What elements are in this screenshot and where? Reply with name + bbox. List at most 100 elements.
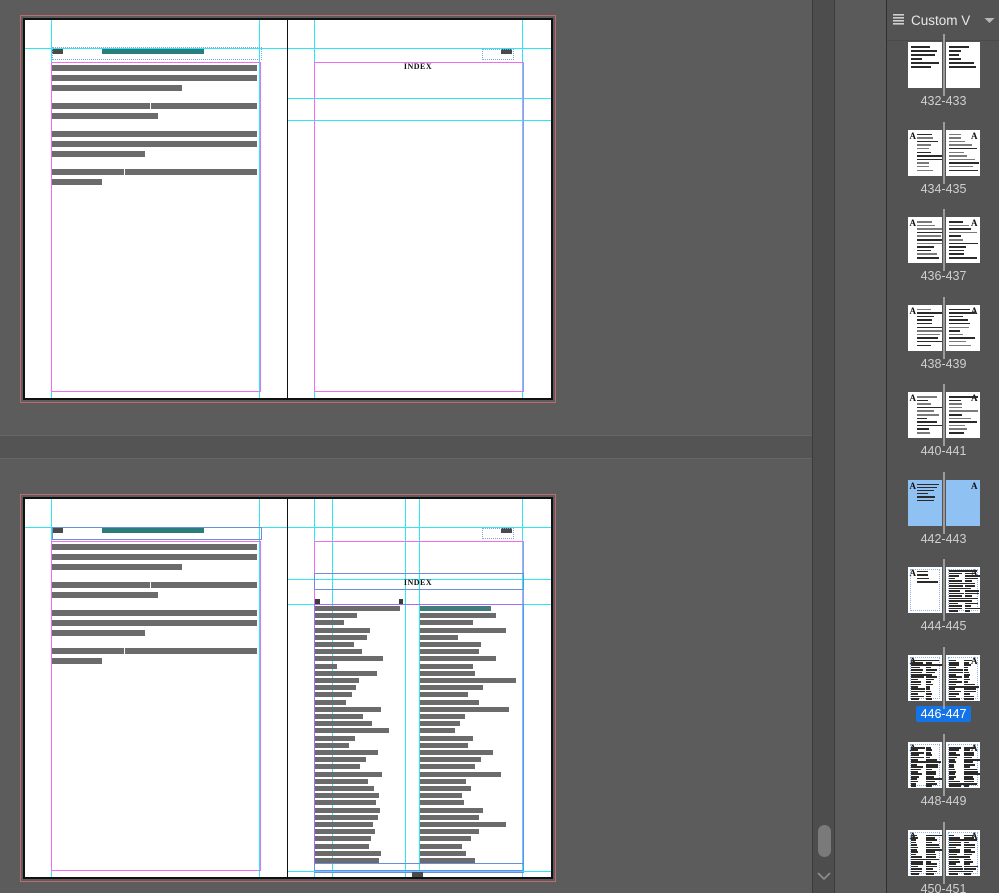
spread-thumbnail[interactable]: AA (907, 384, 980, 446)
body-text-frame[interactable] (51, 541, 259, 869)
thumbnail-text-line (948, 403, 962, 405)
thumbnail-text-line (948, 221, 963, 223)
thumbnail-text-line (948, 396, 978, 398)
spread-thumbnail[interactable]: AA (907, 296, 980, 359)
page-thumbnail[interactable]: A (945, 567, 980, 613)
chevron-down-icon[interactable] (984, 11, 996, 29)
thumbnail-text-line (948, 249, 964, 252)
page-thumbnail[interactable]: A (907, 392, 942, 438)
thumbnail-text-line (948, 66, 976, 68)
page-thumbnail[interactable]: A (945, 654, 980, 701)
guide-horizontal (288, 871, 551, 872)
thumbnail-text-line (916, 315, 934, 318)
page-442[interactable] (25, 20, 287, 398)
page-thumbnail[interactable]: A (907, 217, 942, 263)
thumbnail-text-line (910, 58, 922, 60)
spread-446-447[interactable]: INDEX (20, 494, 556, 882)
thumbnail-text-line (916, 403, 931, 405)
spread-thumbnail[interactable]: AA (907, 121, 980, 184)
thumbnail-text-line (948, 399, 961, 402)
thumbnail-text-line (948, 319, 968, 321)
page-thumbnail[interactable]: A (907, 304, 942, 351)
spread-442-443[interactable]: INDEX (20, 15, 556, 403)
thumbnail-text-line (916, 169, 933, 172)
thumbnail-text-line (948, 253, 964, 255)
header-text-frame[interactable] (52, 527, 262, 540)
thumbnail-text-line (916, 312, 942, 314)
page-thumbnail[interactable]: A (945, 217, 980, 263)
spread-thumbnail[interactable]: AA (907, 209, 980, 271)
thumbnail-text-line (916, 396, 937, 398)
greek-line (52, 658, 102, 664)
spread-thumbnail[interactable]: AA (907, 646, 980, 709)
thumbnail-text-line (916, 221, 932, 223)
pages-panel-spread-item[interactable]: AA446-447 (887, 646, 999, 722)
pages-panel-spread-item[interactable]: AA444-445 (887, 559, 999, 634)
page-thumbnail[interactable] (945, 42, 980, 88)
page-thumbnail[interactable]: A (907, 654, 942, 701)
page-thumbnail[interactable]: A (945, 742, 980, 788)
pages-panel-spread-item[interactable]: A A 436-437 (887, 209, 999, 284)
pages-panel-spread-item[interactable]: AA450-451 (887, 821, 999, 893)
page-446[interactable] (25, 499, 287, 877)
vertical-scroll-thumb[interactable] (818, 825, 831, 857)
header-text-frame[interactable] (482, 528, 514, 539)
spread-thumbnail[interactable]: AA (907, 821, 980, 884)
thumbnail-text-line (916, 257, 939, 259)
pages-panel-spread-item[interactable]: A A 438-439 (887, 296, 999, 372)
greek-line (52, 75, 257, 81)
thumbnail-text-line (948, 414, 962, 416)
page-thumbnail[interactable]: A (945, 129, 980, 176)
page-thumbnail[interactable]: A (945, 304, 980, 351)
folio-number-bottom (412, 872, 423, 877)
header-text-frame[interactable] (52, 47, 262, 60)
thumbnail-text-line (948, 147, 977, 150)
pages-panel-spread-item[interactable]: A A 442-443 (887, 471, 999, 547)
spread-thumbnail[interactable]: AA (907, 471, 980, 534)
page-thumbnail[interactable]: A (945, 392, 980, 438)
page-thumbnail[interactable]: A (907, 567, 942, 613)
drop-cap-letter: A (971, 305, 978, 316)
spread-thumbnail[interactable]: AA (907, 559, 980, 621)
header-text-frame[interactable] (482, 49, 514, 60)
body-text-frame[interactable] (51, 62, 259, 390)
canvas-vertical-scrollbar[interactable] (812, 0, 835, 893)
spread-thumbnail[interactable] (907, 34, 980, 96)
page-thumbnail[interactable] (907, 42, 942, 88)
pages-panel-spread-item[interactable]: 432-433 (887, 34, 999, 109)
drop-cap-letter: A (909, 130, 917, 141)
pages-panel-spread-item[interactable]: A A 434-435 (887, 121, 999, 197)
page-thumbnail[interactable]: A (945, 829, 980, 876)
page-thumbnail[interactable]: A (907, 829, 942, 876)
thumbnail-text-line (925, 697, 932, 700)
pages-panel-spread-item[interactable]: AA448-449 (887, 734, 999, 809)
pages-panel[interactable]: Custom V 432-433 A A 434-435 A A 436-437 A A 438-… (886, 0, 999, 893)
greek-line (52, 179, 102, 185)
document-canvas[interactable]: INDEX INDEX (0, 0, 812, 893)
hamburger-menu-icon[interactable] (893, 13, 905, 27)
page-thumbnail[interactable]: A (907, 479, 942, 526)
page-443[interactable]: INDEX (288, 20, 551, 398)
thumbnail-text-line (948, 421, 977, 423)
thumbnail-text-line (948, 54, 959, 56)
thumbnail-text-line (916, 424, 942, 427)
greek-line (52, 65, 257, 71)
page-thumbnail[interactable]: A (907, 129, 942, 176)
guide-horizontal (288, 120, 551, 121)
index-heading-frame[interactable] (314, 573, 524, 590)
thumbnail-text-line (948, 326, 969, 329)
page-thumbnail[interactable]: A (907, 742, 942, 788)
spread-thumbnail[interactable]: AA (907, 734, 980, 796)
thumbnail-text-line (910, 46, 930, 48)
thumbnail-text-line (916, 414, 939, 416)
pages-panel-spread-item[interactable]: A A 440-441 (887, 384, 999, 459)
chevron-down-icon[interactable] (813, 866, 835, 886)
thumbnail-text-line (916, 326, 942, 329)
page-447[interactable]: INDEX (288, 499, 551, 877)
greek-line (52, 544, 257, 550)
thumbnail-text-line (948, 340, 966, 343)
page-thumbnail[interactable]: A (945, 479, 980, 526)
index-text-frame[interactable] (314, 604, 524, 871)
thumbnail-text-line (916, 246, 934, 248)
thumbnail-text-line (916, 333, 940, 336)
